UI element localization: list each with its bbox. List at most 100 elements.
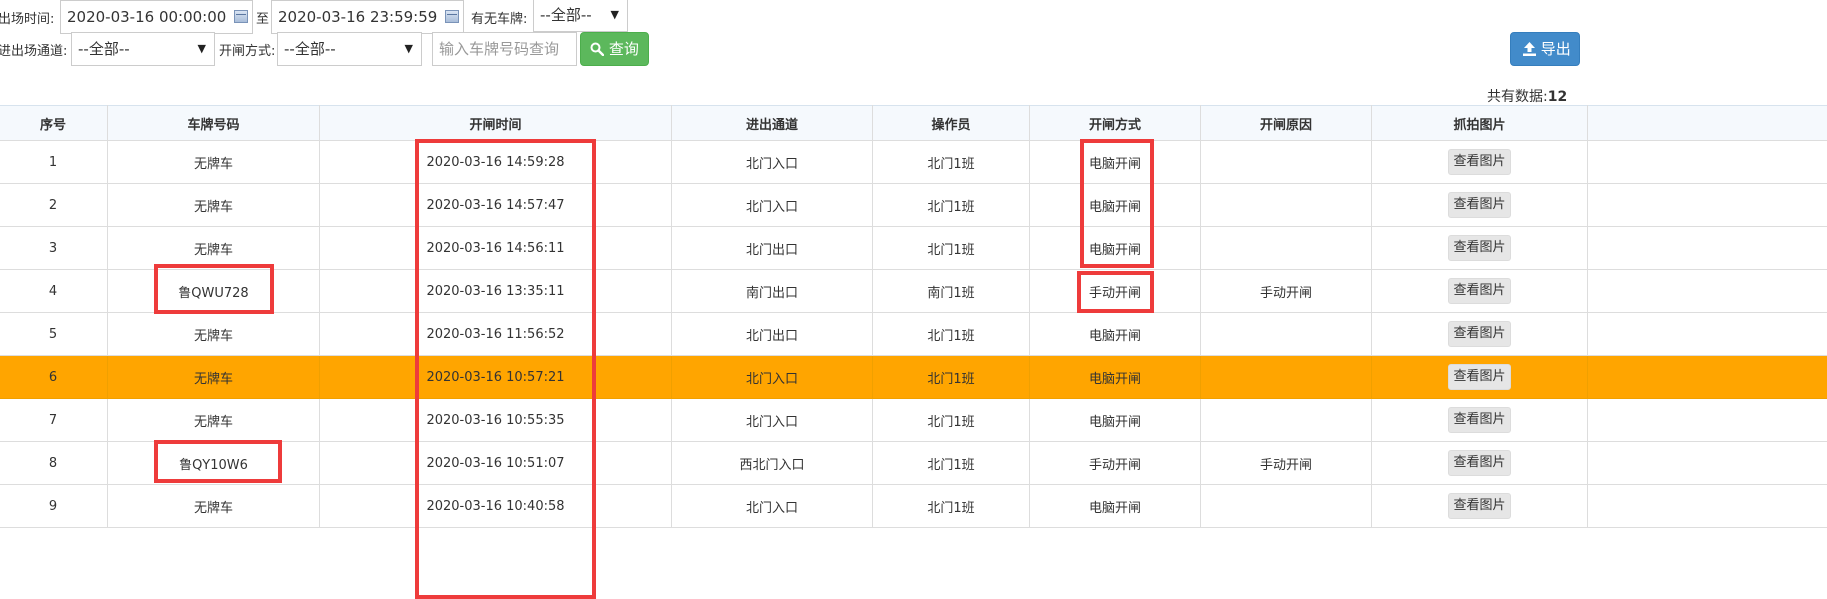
export-button-label: 导出 [1541, 40, 1571, 58]
cell-operator: 北门1班 [873, 399, 1030, 442]
annotation-box-time [415, 139, 596, 599]
exit-time-label: 出场时间: [0, 8, 54, 27]
view-image-button[interactable]: 查看图片 [1448, 407, 1511, 433]
cell-operator: 北门1班 [873, 485, 1030, 528]
cell-extra [1588, 442, 1827, 485]
header-time[interactable]: 开闸时间 [320, 106, 672, 141]
view-image-button[interactable]: 查看图片 [1448, 192, 1511, 218]
cell-channel: 北门入口 [672, 485, 873, 528]
cell-reason [1201, 399, 1372, 442]
view-image-button[interactable]: 查看图片 [1448, 364, 1511, 390]
header-image[interactable]: 抓拍图片 [1372, 106, 1588, 141]
plate-search-input[interactable] [432, 32, 577, 66]
cell-extra [1588, 184, 1827, 227]
cell-no: 3 [0, 227, 108, 270]
cell-channel: 北门出口 [672, 227, 873, 270]
upload-icon [1523, 35, 1536, 49]
cell-no: 1 [0, 141, 108, 184]
cell-image: 查看图片 [1372, 184, 1588, 227]
table-row[interactable]: 4鲁QWU7282020-03-16 13:35:11南门出口南门1班手动开闸手… [0, 270, 1827, 313]
cell-channel: 北门入口 [672, 141, 873, 184]
cell-image: 查看图片 [1372, 485, 1588, 528]
cell-mode: 电脑开闸 [1030, 356, 1201, 399]
view-image-button[interactable]: 查看图片 [1448, 321, 1511, 347]
cell-plate: 无牌车 [108, 313, 320, 356]
header-no[interactable]: 序号 [0, 106, 108, 141]
cell-image: 查看图片 [1372, 227, 1588, 270]
annotation-box-mode-computer [1080, 139, 1154, 268]
total-label: 共有数据: [1487, 89, 1548, 105]
header-extra [1588, 106, 1827, 141]
table-row[interactable]: 1无牌车2020-03-16 14:59:28北门入口北门1班电脑开闸查看图片 [0, 141, 1827, 184]
table-row[interactable]: 2无牌车2020-03-16 14:57:47北门入口北门1班电脑开闸查看图片 [0, 184, 1827, 227]
cell-operator: 北门1班 [873, 184, 1030, 227]
plate-status-value: --全部-- [540, 6, 592, 24]
plate-status-select[interactable]: --全部-- ▼ [533, 0, 628, 32]
view-image-button[interactable]: 查看图片 [1448, 149, 1511, 175]
table-row[interactable]: 9无牌车2020-03-16 10:40:58北门入口北门1班电脑开闸查看图片 [0, 485, 1827, 528]
view-image-button[interactable]: 查看图片 [1448, 450, 1511, 476]
cell-image: 查看图片 [1372, 356, 1588, 399]
cell-extra [1588, 356, 1827, 399]
cell-reason [1201, 227, 1372, 270]
view-image-button[interactable]: 查看图片 [1448, 278, 1511, 304]
header-channel[interactable]: 进出通道 [672, 106, 873, 141]
calendar-icon[interactable] [445, 10, 459, 23]
open-mode-select[interactable]: --全部-- ▼ [277, 32, 422, 66]
cell-reason [1201, 485, 1372, 528]
cell-no: 4 [0, 270, 108, 313]
cell-no: 5 [0, 313, 108, 356]
chevron-down-icon: ▼ [198, 33, 206, 65]
total-count: 共有数据:12 [1487, 86, 1567, 106]
table-row[interactable]: 7无牌车2020-03-16 10:55:35北门入口北门1班电脑开闸查看图片 [0, 399, 1827, 442]
table-header: 序号 车牌号码 开闸时间 进出通道 操作员 开闸方式 开闸原因 抓拍图片 [0, 106, 1827, 141]
end-time-input[interactable]: 2020-03-16 23:59:59 [271, 0, 464, 34]
cell-no: 6 [0, 356, 108, 399]
cell-plate: 无牌车 [108, 485, 320, 528]
cell-plate: 无牌车 [108, 399, 320, 442]
cell-no: 9 [0, 485, 108, 528]
export-button[interactable]: 导出 [1510, 32, 1580, 66]
header-reason[interactable]: 开闸原因 [1201, 106, 1372, 141]
annotation-box-plate-1 [154, 264, 274, 314]
cell-image: 查看图片 [1372, 399, 1588, 442]
cell-mode: 电脑开闸 [1030, 485, 1201, 528]
header-plate[interactable]: 车牌号码 [108, 106, 320, 141]
table-row[interactable]: 6无牌车2020-03-16 10:57:21北门入口北门1班电脑开闸查看图片 [0, 356, 1827, 399]
cell-operator: 北门1班 [873, 313, 1030, 356]
cell-mode: 电脑开闸 [1030, 313, 1201, 356]
total-value: 12 [1548, 89, 1567, 105]
cell-reason: 手动开闸 [1201, 270, 1372, 313]
cell-no: 2 [0, 184, 108, 227]
cell-channel: 北门出口 [672, 313, 873, 356]
annotation-box-mode-manual [1077, 271, 1154, 313]
open-mode-value: --全部-- [284, 40, 336, 58]
cell-operator: 北门1班 [873, 442, 1030, 485]
cell-reason: 手动开闸 [1201, 442, 1372, 485]
calendar-icon[interactable] [234, 10, 248, 23]
header-operator[interactable]: 操作员 [873, 106, 1030, 141]
plate-status-label: 有无车牌: [471, 8, 527, 27]
cell-reason [1201, 184, 1372, 227]
chevron-down-icon: ▼ [611, 0, 619, 31]
view-image-button[interactable]: 查看图片 [1448, 493, 1511, 519]
search-icon [590, 35, 604, 49]
cell-reason [1201, 141, 1372, 184]
cell-image: 查看图片 [1372, 141, 1588, 184]
cell-no: 8 [0, 442, 108, 485]
annotation-box-plate-2 [154, 440, 282, 483]
cell-operator: 北门1班 [873, 227, 1030, 270]
table-row[interactable]: 5无牌车2020-03-16 11:56:52北门出口北门1班电脑开闸查看图片 [0, 313, 1827, 356]
header-mode[interactable]: 开闸方式 [1030, 106, 1201, 141]
channel-select[interactable]: --全部-- ▼ [71, 32, 215, 66]
table-row[interactable]: 3无牌车2020-03-16 14:56:11北门出口北门1班电脑开闸查看图片 [0, 227, 1827, 270]
cell-channel: 北门入口 [672, 356, 873, 399]
cell-operator: 南门1班 [873, 270, 1030, 313]
start-time-input[interactable]: 2020-03-16 00:00:00 [60, 0, 253, 34]
view-image-button[interactable]: 查看图片 [1448, 235, 1511, 261]
query-button[interactable]: 查询 [580, 32, 649, 66]
cell-reason [1201, 313, 1372, 356]
cell-no: 7 [0, 399, 108, 442]
cell-reason [1201, 356, 1372, 399]
cell-operator: 北门1班 [873, 356, 1030, 399]
